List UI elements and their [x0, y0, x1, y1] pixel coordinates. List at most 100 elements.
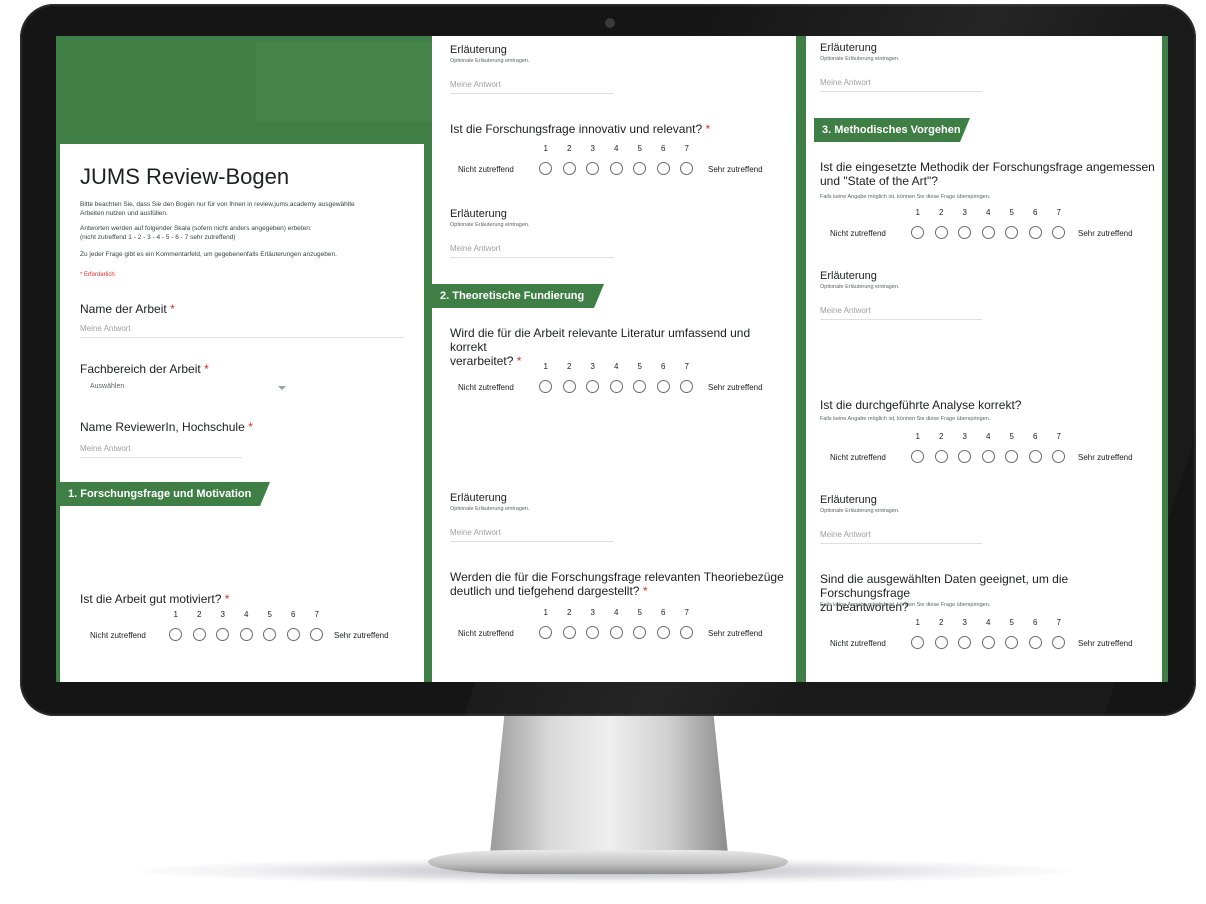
radio-option-2[interactable]: [558, 162, 582, 176]
radio-option-3[interactable]: [581, 380, 605, 394]
name-input[interactable]: Meine Antwort: [80, 324, 404, 338]
radio-option-1[interactable]: [534, 626, 558, 640]
explanation-title: Erläuterung: [820, 494, 877, 506]
scale-number: 2: [939, 432, 944, 441]
explanation-input[interactable]: Meine Antwort: [450, 244, 614, 258]
chevron-down-icon[interactable]: [278, 386, 286, 390]
scale-numbers: 1 2 3 4 5 6 7: [534, 144, 699, 153]
scale-low-label: Nicht zutreffend: [830, 453, 886, 462]
scale-number: 6: [291, 610, 296, 619]
scale-number: 4: [614, 144, 619, 153]
radio-option-3[interactable]: [953, 226, 977, 240]
scale-number: 7: [314, 610, 319, 619]
scale-number: 2: [939, 618, 944, 627]
explanation-input[interactable]: Meine Antwort: [820, 306, 982, 320]
radio-option-5[interactable]: [1000, 226, 1024, 240]
scale-high-label: Sehr zutreffend: [334, 631, 389, 640]
radio-option-3[interactable]: [581, 626, 605, 640]
form-panel-middle: Erläuterung Optionale Erläuterung eintra…: [432, 36, 796, 682]
scale-low-label: Nicht zutreffend: [458, 629, 514, 638]
radio-option-7[interactable]: [1047, 226, 1071, 240]
radio-option-4[interactable]: [977, 636, 1001, 650]
form-intro-1: Bitte beachten Sie, dass Sie den Bogen n…: [80, 201, 355, 217]
radio-option-2[interactable]: [930, 226, 954, 240]
explanation-input[interactable]: Meine Antwort: [450, 528, 614, 542]
scale-number: 1: [543, 144, 548, 153]
reviewer-input[interactable]: Meine Antwort: [80, 444, 242, 458]
scale-analysis: Nicht zutreffend 1 2 3 4 5 6 7 Sehr zutreffend: [830, 432, 1160, 466]
radio-option-5[interactable]: [1000, 636, 1024, 650]
radio-option-4[interactable]: [977, 450, 1001, 464]
radio-option-5[interactable]: [628, 626, 652, 640]
radio-option-4[interactable]: [977, 226, 1001, 240]
required-note: * Erforderlich: [80, 272, 115, 278]
scale-number: 2: [567, 144, 572, 153]
radio-option-1[interactable]: [906, 636, 930, 650]
radio-option-4[interactable]: [605, 380, 629, 394]
scale-number: 7: [1056, 208, 1061, 217]
radio-option-7[interactable]: [675, 380, 699, 394]
radio-option-4[interactable]: [605, 626, 629, 640]
explanation-title: Erläuterung: [820, 270, 877, 282]
radio-option-3[interactable]: [211, 628, 235, 642]
radio-option-4[interactable]: [235, 628, 259, 642]
radio-option-6[interactable]: [652, 626, 676, 640]
radio-option-6[interactable]: [652, 380, 676, 394]
radio-option-7[interactable]: [1047, 636, 1071, 650]
radio-option-5[interactable]: [628, 380, 652, 394]
form-header-banner: [56, 36, 432, 138]
radio-option-7[interactable]: [675, 162, 699, 176]
radio-option-2[interactable]: [558, 380, 582, 394]
dept-select[interactable]: Auswählen: [90, 383, 290, 390]
scale-radios: [534, 380, 699, 394]
radio-option-7[interactable]: [1047, 450, 1071, 464]
explanation-input[interactable]: Meine Antwort: [450, 80, 614, 94]
radio-option-3[interactable]: [581, 162, 605, 176]
radio-option-2[interactable]: [188, 628, 212, 642]
radio-option-6[interactable]: [652, 162, 676, 176]
radio-option-5[interactable]: [258, 628, 282, 642]
radio-option-1[interactable]: [164, 628, 188, 642]
radio-option-2[interactable]: [558, 626, 582, 640]
scale-radios: [906, 226, 1071, 240]
radio-option-2[interactable]: [930, 636, 954, 650]
explanation-title: Erläuterung: [450, 44, 507, 56]
scale-number: 6: [1033, 208, 1038, 217]
scale-number: 4: [614, 362, 619, 371]
scale-numbers: 1 2 3 4 5 6 7: [906, 432, 1071, 441]
question-method: Ist die eingesetzte Methodik der Forschu…: [820, 160, 1155, 188]
form-panel-left: JUMS Review-Bogen Bitte beachten Sie, da…: [60, 138, 424, 682]
radio-option-5[interactable]: [628, 162, 652, 176]
radio-option-6[interactable]: [1024, 450, 1048, 464]
radio-option-6[interactable]: [1024, 636, 1048, 650]
header-banner-shade: [256, 42, 432, 122]
radio-option-1[interactable]: [906, 226, 930, 240]
radio-option-1[interactable]: [906, 450, 930, 464]
scale-number: 1: [173, 610, 178, 619]
radio-option-6[interactable]: [282, 628, 306, 642]
scale-number: 5: [637, 362, 642, 371]
radio-option-7[interactable]: [305, 628, 329, 642]
scale-number: 1: [915, 208, 920, 217]
name-field-label: Name der Arbeit *: [80, 302, 175, 316]
question-analysis: Ist die durchgeführte Analyse korrekt?: [820, 398, 1022, 412]
scale-number: 2: [939, 208, 944, 217]
form-intro-4: Zu jeder Frage gibt es ein Kommentarfeld…: [80, 251, 337, 258]
scale-radios: [906, 636, 1071, 650]
radio-option-3[interactable]: [953, 636, 977, 650]
radio-option-2[interactable]: [930, 450, 954, 464]
scale-number: 5: [1009, 432, 1014, 441]
radio-option-5[interactable]: [1000, 450, 1024, 464]
radio-option-1[interactable]: [534, 162, 558, 176]
scale-numbers: 1 2 3 4 5 6 7: [906, 618, 1071, 627]
radio-option-3[interactable]: [953, 450, 977, 464]
scale-number: 2: [567, 362, 572, 371]
explanation-input[interactable]: Meine Antwort: [820, 530, 982, 544]
radio-option-1[interactable]: [534, 380, 558, 394]
radio-option-6[interactable]: [1024, 226, 1048, 240]
radio-option-4[interactable]: [605, 162, 629, 176]
explanation-input[interactable]: Meine Antwort: [820, 78, 982, 92]
skip-hint: Falls keine Angabe möglich ist, können S…: [820, 416, 991, 422]
radio-option-7[interactable]: [675, 626, 699, 640]
scale-numbers: 1 2 3 4 5 6 7: [534, 608, 699, 617]
